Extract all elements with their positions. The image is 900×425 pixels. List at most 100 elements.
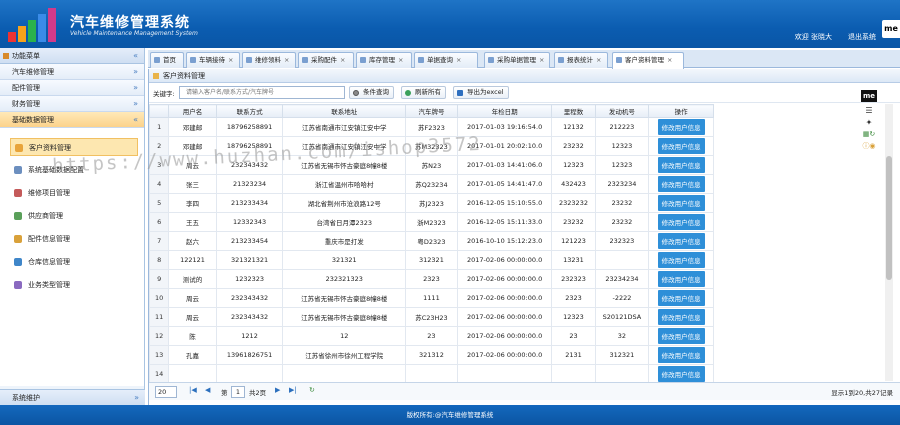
vertical-scrollbar[interactable] <box>885 104 893 381</box>
table-row[interactable]: 8 122121 321321321 321321 312321 2017-02-06 0… <box>149 250 714 270</box>
me-badge[interactable]: me <box>882 20 900 38</box>
close-icon[interactable]: × <box>456 56 461 64</box>
column-header[interactable]: 年检日期 <box>456 104 553 118</box>
tab-material[interactable]: 维修领料 × <box>242 52 296 68</box>
edit-user-button[interactable]: 修改用户信息 <box>657 290 705 306</box>
table-row[interactable]: 2 邓建邮 18796258891 江苏省南通市江安镇江安中学 苏M32323 2017-… <box>149 136 714 156</box>
tab-purchase[interactable]: 采购配件 × <box>298 52 354 68</box>
page-size-select[interactable]: 20 <box>155 386 177 398</box>
tab-reception[interactable]: 车辆接待 × <box>186 52 240 68</box>
edit-user-button[interactable]: 修改用户信息 <box>657 176 705 192</box>
table-cell <box>551 364 596 382</box>
table-row[interactable]: 6 王五 12332343 台湾省日月潭2323 浙M2323 2016-12-05 15… <box>149 212 714 232</box>
table-row[interactable]: 3 周云 232343432 江苏省无锡市怀古豪庭8幢8楼 苏N23 2017-01-03… <box>149 155 714 175</box>
column-header[interactable]: 发动机号 <box>594 104 650 118</box>
column-header[interactable]: 用户名 <box>168 104 217 118</box>
tab-reports[interactable]: 报表统计 × <box>554 52 608 68</box>
row-number: 5 <box>149 193 170 213</box>
edit-user-button[interactable]: 修改用户信息 <box>657 347 705 363</box>
edit-user-button[interactable]: 修改用户信息 <box>657 214 705 230</box>
table-row[interactable]: 4 张三 21323234 浙江省温州市哈哈村 苏Q23234 2017-01-05 14… <box>149 174 714 194</box>
sidebar-item-warehouse[interactable]: 仓库信息管理 <box>10 253 138 271</box>
column-header[interactable]: 联系方式 <box>215 104 284 118</box>
prev-page-icon[interactable]: ◀ <box>205 386 210 394</box>
export-button[interactable]: 导出为excel <box>453 86 509 99</box>
table-cell: 王五 <box>168 212 217 232</box>
table-cell: 江苏省南通市江安镇江安中学 <box>282 117 407 137</box>
tab-document-query[interactable]: 单据查询 × <box>414 52 478 68</box>
table-row[interactable]: 9 测试的 1232323 232321323 2323 2017-02-06 00:00… <box>149 269 714 289</box>
tab-home[interactable]: 首页 <box>150 52 184 68</box>
sidebar-item-parts-info[interactable]: 配件信息管理 <box>10 230 138 248</box>
close-icon[interactable]: × <box>398 56 403 64</box>
table-row[interactable]: 14 修改用户信息 <box>149 364 714 382</box>
search-button[interactable]: 条件查询 <box>349 86 394 99</box>
close-icon[interactable]: × <box>284 56 289 64</box>
table-row[interactable]: 1 邓建邮 18796258891 江苏省南通市江安镇江安中学 苏F2323 2017-0… <box>149 117 714 137</box>
chevron-down-icon: » <box>134 393 139 402</box>
table-cell: 测试的 <box>168 269 217 289</box>
table-row[interactable]: 5 李四 213233434 湖北省荆州市沧浪路12号 苏J2323 2016-12-05… <box>149 193 714 213</box>
next-page-icon[interactable]: ▶ <box>275 386 280 394</box>
action-cell: 修改用户信息 <box>648 269 714 289</box>
column-header[interactable]: 里程数 <box>551 104 596 118</box>
warehouse-icon <box>14 258 22 266</box>
sidebar-item-customer[interactable]: 客户资料管理 <box>10 138 138 156</box>
sidebar-group-parts[interactable]: 配件管理 » <box>0 80 144 96</box>
sidebar-group-basedata[interactable]: 基础数据管理 « <box>0 112 144 128</box>
last-page-icon[interactable]: ▶| <box>289 386 297 394</box>
table-row[interactable]: 11 周云 232343432 江苏省无锡市怀古豪庭8幢8楼 苏C23H23 2017-0… <box>149 307 714 327</box>
edit-user-button[interactable]: 修改用户信息 <box>657 328 705 344</box>
close-icon[interactable]: × <box>228 56 233 64</box>
table-row[interactable]: 12 陈 1212 12 23 2017-02-06 00:00:00.0 23 32 修改用户… <box>149 326 714 346</box>
refresh-icon[interactable]: ↻ <box>309 386 315 394</box>
table-cell: 122121 <box>168 250 217 270</box>
tab-inventory[interactable]: 库存管理 × <box>356 52 412 68</box>
table-row[interactable]: 7 赵六 213233454 重庆市是打发 粤D2323 2016-10-10 15:12… <box>149 231 714 251</box>
edit-user-button[interactable]: 修改用户信息 <box>657 157 705 173</box>
edit-user-button[interactable]: 修改用户信息 <box>657 233 705 249</box>
sidebar-group-finance[interactable]: 财务管理 » <box>0 96 144 112</box>
table-cell: 18796258891 <box>215 136 284 156</box>
scrollbar-thumb[interactable] <box>886 156 892 280</box>
edit-user-button[interactable]: 修改用户信息 <box>657 195 705 211</box>
close-icon[interactable]: × <box>596 56 601 64</box>
excel-refresh-icon[interactable]: ▦↻ <box>858 130 880 138</box>
edit-user-button[interactable]: 修改用户信息 <box>657 138 705 154</box>
edit-user-button[interactable]: 修改用户信息 <box>657 119 705 135</box>
sidebar-item-config[interactable]: 系统基础数据配置 <box>10 161 138 179</box>
column-header[interactable]: 联系地址 <box>282 104 407 118</box>
magic-wand-icon[interactable]: ✦ <box>858 118 880 127</box>
close-icon[interactable]: × <box>539 56 544 64</box>
refresh-button[interactable]: 刷新所有 <box>401 86 446 99</box>
info-eye-icon[interactable]: ⓘ◉ <box>858 141 880 151</box>
sidebar-item-supplier[interactable]: 供应商管理 <box>10 207 138 225</box>
sidebar-group-repair[interactable]: 汽车维修管理 » <box>0 64 144 80</box>
table-row[interactable]: 13 孔嘉 13961826751 江苏省徐州市徐州工程学院 321312 2017-02… <box>149 345 714 365</box>
menu-lines-icon[interactable]: ☰ <box>858 106 880 115</box>
edit-user-button[interactable]: 修改用户信息 <box>657 309 705 325</box>
me-icon[interactable]: me <box>861 90 877 102</box>
first-page-icon[interactable]: |◀ <box>189 386 197 394</box>
close-icon[interactable]: × <box>340 56 345 64</box>
edit-user-button[interactable]: 修改用户信息 <box>657 366 705 382</box>
logout-link[interactable]: 退出系统 <box>848 32 876 42</box>
page-number-input[interactable]: 1 <box>231 386 245 398</box>
edit-user-button[interactable]: 修改用户信息 <box>657 252 705 268</box>
sidebar-group-label: 汽车维修管理 <box>12 68 54 76</box>
collapse-icon[interactable]: « <box>133 48 138 64</box>
keyword-input[interactable] <box>179 86 345 99</box>
tab-customer[interactable]: 客户资料管理 × <box>612 52 684 69</box>
gear-icon <box>14 166 22 174</box>
sidebar-item-business-type[interactable]: 业务类型管理 <box>10 276 138 294</box>
table-row[interactable]: 10 周云 232343432 江苏省无锡市怀古豪庭8幢8楼 1111 2017-02-0… <box>149 288 714 308</box>
table-cell <box>594 250 650 270</box>
close-icon[interactable]: × <box>667 56 672 64</box>
row-number: 2 <box>149 136 170 156</box>
tab-purchase-docs[interactable]: 采购单据管理 × <box>484 52 550 68</box>
table-cell: 321321 <box>282 250 407 270</box>
edit-user-button[interactable]: 修改用户信息 <box>657 271 705 287</box>
sidebar-group-system[interactable]: 系统维护 » <box>0 389 145 405</box>
sidebar-item-repair-items[interactable]: 维修项目管理 <box>10 184 138 202</box>
column-header[interactable]: 汽车牌号 <box>405 104 458 118</box>
